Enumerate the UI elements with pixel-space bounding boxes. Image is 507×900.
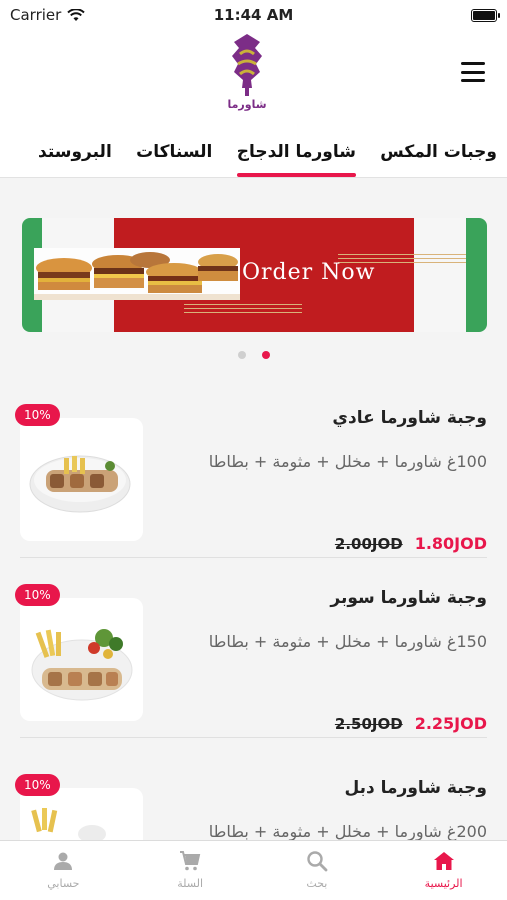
promo-banner[interactable]: Order Now (22, 218, 487, 332)
meal-card[interactable]: 10% وجبة شاورما عادي 100غ شاورما + مخلل … (15, 378, 487, 558)
tab-snacks[interactable]: السناكات (136, 120, 212, 177)
status-bar: Carrier 11:44 AM (0, 0, 507, 30)
meal-title: وجبة شاورما سوبر (330, 588, 487, 608)
carrier-label: Carrier (10, 6, 62, 24)
app-header: شاورما (0, 30, 507, 120)
cart-icon (180, 851, 201, 871)
discount-badge: 10% (15, 774, 60, 796)
home-icon (433, 852, 454, 870)
meal-description: 200غ شاورما + مخلل + مثومة + بطاطا (208, 822, 487, 841)
battery-icon (471, 8, 500, 22)
old-price: 2.50JOD (334, 715, 403, 733)
meal-card[interactable]: 10% وجبة شاورما سوبر 150غ شاورما + مخلل … (15, 558, 487, 738)
new-price: 1.80JOD (414, 534, 487, 553)
bottom-nav: حسابي السلة بحث الرئيسية (0, 840, 507, 900)
nav-account[interactable]: حسابي (0, 841, 127, 900)
tab-chicken-shawarma[interactable]: شاورما الدجاج (236, 120, 357, 177)
meal-image (20, 418, 143, 541)
nav-label: بحث (306, 877, 328, 890)
price-row: 2.00JOD 1.80JOD (335, 534, 487, 553)
discount-badge: 10% (15, 584, 60, 606)
logo-text: شاورما (227, 98, 266, 111)
price-row: 2.50JOD 2.25JOD (335, 714, 487, 733)
category-tabs: وجبات المكس شاورما الدجاج السناكات البرو… (0, 120, 507, 178)
banner-text: Order Now (242, 260, 376, 285)
tab-mix-meals[interactable]: وجبات المكس (380, 120, 497, 177)
status-time: 11:44 AM (213, 6, 294, 24)
nav-search[interactable]: بحث (254, 841, 381, 900)
nav-label: حسابي (47, 877, 80, 890)
meal-description: 100غ شاورما + مخلل + مثومة + بطاطا (208, 452, 487, 471)
menu-icon[interactable] (461, 62, 485, 82)
carousel-dot[interactable] (237, 351, 246, 359)
new-price: 2.25JOD (414, 714, 487, 733)
meal-title: وجبة شاورما عادي (332, 408, 487, 428)
meal-title: وجبة شاورما دبل (344, 778, 487, 798)
nav-label: الرئيسية (424, 877, 463, 890)
status-left: Carrier (10, 6, 86, 24)
old-price: 2.00JOD (334, 535, 403, 553)
carousel-dot-active[interactable] (261, 351, 270, 359)
tab-broasted[interactable]: البروستد (38, 120, 112, 177)
nav-label: السلة (177, 877, 203, 890)
logo[interactable]: شاورما (224, 32, 270, 112)
burgers-image (34, 248, 240, 300)
nav-home[interactable]: الرئيسية (380, 841, 507, 900)
meal-image (20, 598, 143, 721)
meal-description: 150غ شاورما + مخلل + مثومة + بطاطا (208, 632, 487, 651)
nav-cart[interactable]: السلة (127, 841, 254, 900)
user-icon (54, 852, 73, 870)
discount-badge: 10% (15, 404, 60, 426)
carousel-indicator (0, 351, 507, 359)
search-icon (307, 851, 328, 872)
wifi-icon (67, 8, 86, 21)
